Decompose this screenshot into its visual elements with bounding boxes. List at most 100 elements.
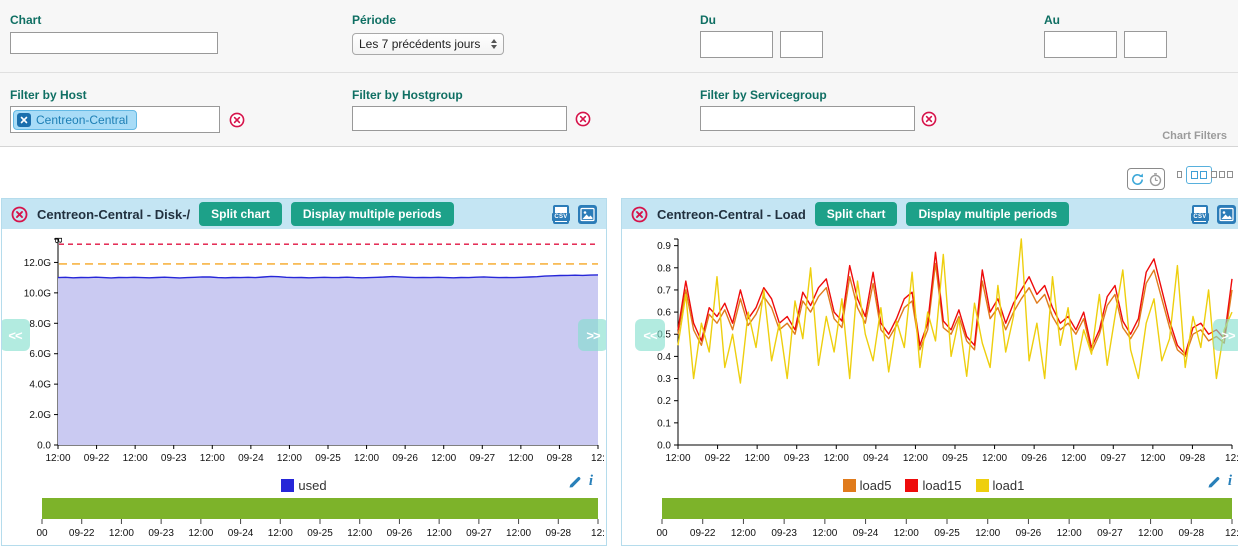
svg-text:09-25: 09-25 [315, 453, 341, 464]
split-chart-button[interactable]: Split chart [199, 202, 282, 226]
svg-text:09-23: 09-23 [161, 453, 187, 464]
period-clock-icon[interactable] [1148, 172, 1163, 187]
filter-by-servicegroup-input[interactable] [700, 106, 915, 131]
svg-text:09-27: 09-27 [1100, 453, 1126, 464]
filter-by-hostgroup-input[interactable] [352, 106, 567, 131]
disk-timeline-selector[interactable]: 0009-2212:0009-2312:0009-2412:0009-2512:… [2, 497, 606, 543]
au-label: Au [1044, 13, 1060, 27]
disk-panel-header: Centreon-Central - Disk-/ Split chart Di… [2, 199, 606, 229]
remove-chart-icon[interactable] [11, 206, 28, 223]
svg-text:12:00: 12:00 [824, 453, 849, 464]
svg-text:12:00: 12:00 [665, 453, 690, 464]
du-date-input[interactable] [700, 31, 773, 58]
filter-by-host-input[interactable]: Centreon-Central [10, 106, 220, 133]
svg-text:09-26: 09-26 [1016, 528, 1042, 539]
svg-text:09-22: 09-22 [84, 453, 110, 464]
export-csv-icon[interactable]: CSV [553, 205, 569, 224]
chart-panel-disk: Centreon-Central - Disk-/ Split chart Di… [1, 198, 607, 546]
legend-swatch [976, 479, 989, 492]
next-period-button[interactable]: >> [1213, 319, 1238, 351]
info-icon[interactable]: i [589, 473, 593, 490]
svg-text:12:: 12: [591, 528, 605, 539]
disk-chart-body: 0.02.0G4.0G6.0G8.0G10.0G12.0G12:0009-221… [2, 229, 606, 545]
load-chart-legend: load5 load15 load1 [622, 475, 1238, 495]
svg-text:12:00: 12:00 [109, 528, 134, 539]
svg-text:09-27: 09-27 [1097, 528, 1123, 539]
svg-text:12:00: 12:00 [506, 528, 531, 539]
clear-servicegroup-filter-icon[interactable] [921, 111, 937, 127]
svg-text:12:00: 12:00 [45, 453, 70, 464]
edit-pencil-icon[interactable] [568, 475, 582, 489]
svg-text:0.9: 0.9 [657, 241, 671, 252]
previous-period-button[interactable]: << [2, 319, 30, 351]
svg-text:0.6: 0.6 [657, 308, 671, 319]
svg-text:09-23: 09-23 [148, 528, 174, 539]
disk-chart-legend: used [2, 475, 606, 495]
legend-item-load1[interactable]: load1 [976, 478, 1025, 493]
previous-period-button[interactable]: << [635, 319, 665, 351]
svg-text:09-26: 09-26 [1021, 453, 1047, 464]
edit-pencil-icon[interactable] [1207, 475, 1221, 489]
legend-label: load5 [860, 478, 892, 493]
filter-by-hostgroup-label: Filter by Hostgroup [352, 88, 463, 102]
refresh-icon[interactable] [1130, 172, 1145, 187]
filter-by-servicegroup-label: Filter by Servicegroup [700, 88, 827, 102]
display-multiple-periods-button[interactable]: Display multiple periods [906, 202, 1069, 226]
chart-filters-caption: Chart Filters [1162, 130, 1227, 142]
svg-text:09-27: 09-27 [469, 453, 495, 464]
svg-text:12:00: 12:00 [731, 528, 756, 539]
filters-row-divider [0, 72, 1238, 73]
svg-text:09-23: 09-23 [771, 528, 797, 539]
display-multiple-periods-button[interactable]: Display multiple periods [291, 202, 454, 226]
svg-text:09-22: 09-22 [690, 528, 716, 539]
periode-select[interactable]: Les 7 précédents jours [352, 33, 504, 55]
svg-text:12:00: 12:00 [982, 453, 1007, 464]
svg-text:0.8: 0.8 [657, 263, 671, 274]
chart-view-page: Chart Période Les 7 précédents jours Du … [0, 0, 1238, 547]
svg-text:12:00: 12:00 [268, 528, 293, 539]
load-chart-body: 0.00.10.20.30.40.50.60.70.80.912:0009-22… [622, 229, 1238, 545]
chart-title: Centreon-Central - Disk-/ [37, 207, 190, 222]
svg-text:6.0G: 6.0G [29, 349, 51, 360]
svg-text:12:: 12: [1225, 453, 1238, 464]
next-period-button[interactable]: >> [578, 319, 606, 351]
host-tag-label: Centreon-Central [36, 113, 128, 127]
legend-item-load5[interactable]: load5 [843, 478, 892, 493]
split-chart-button[interactable]: Split chart [815, 202, 898, 226]
svg-text:12:: 12: [591, 453, 605, 464]
clear-hostgroup-filter-icon[interactable] [575, 111, 591, 127]
du-time-input[interactable] [780, 31, 823, 58]
chart-filter-input[interactable] [10, 32, 218, 54]
svg-text:09-22: 09-22 [69, 528, 95, 539]
svg-text:12:00: 12:00 [431, 453, 456, 464]
svg-text:09-28: 09-28 [1178, 528, 1204, 539]
export-image-icon[interactable] [578, 205, 597, 224]
load-chart-plot[interactable]: 0.00.10.20.30.40.50.60.70.80.912:0009-22… [622, 233, 1238, 471]
info-icon[interactable]: i [1228, 473, 1232, 490]
svg-text:00: 00 [656, 528, 668, 539]
svg-text:0.0: 0.0 [657, 441, 671, 452]
layout-one-column-button[interactable] [1172, 166, 1187, 183]
du-label: Du [700, 13, 716, 27]
legend-swatch [843, 479, 856, 492]
svg-text:12:00: 12:00 [903, 453, 928, 464]
tag-remove-icon[interactable] [17, 113, 31, 127]
svg-text:0.1: 0.1 [657, 418, 671, 429]
export-image-icon[interactable] [1217, 205, 1236, 224]
legend-item-used[interactable]: used [281, 478, 326, 493]
svg-text:09-27: 09-27 [466, 528, 492, 539]
au-date-input[interactable] [1044, 31, 1117, 58]
host-tag: Centreon-Central [13, 110, 137, 130]
clear-host-filter-icon[interactable] [229, 112, 245, 128]
remove-chart-icon[interactable] [631, 206, 648, 223]
svg-text:12:00: 12:00 [1061, 453, 1086, 464]
disk-chart-plot[interactable]: 0.02.0G4.0G6.0G8.0G10.0G12.0G12:0009-221… [2, 233, 606, 471]
au-time-input[interactable] [1124, 31, 1167, 58]
y-axis-unit-label: B [52, 237, 63, 244]
load-timeline-selector[interactable]: 0009-2212:0009-2312:0009-2412:0009-2512:… [622, 497, 1238, 543]
svg-text:09-26: 09-26 [387, 528, 413, 539]
svg-text:12:00: 12:00 [1140, 453, 1165, 464]
legend-item-load15[interactable]: load15 [905, 478, 961, 493]
layout-three-columns-button[interactable] [1206, 166, 1238, 183]
export-csv-icon[interactable]: CSV [1192, 205, 1208, 224]
